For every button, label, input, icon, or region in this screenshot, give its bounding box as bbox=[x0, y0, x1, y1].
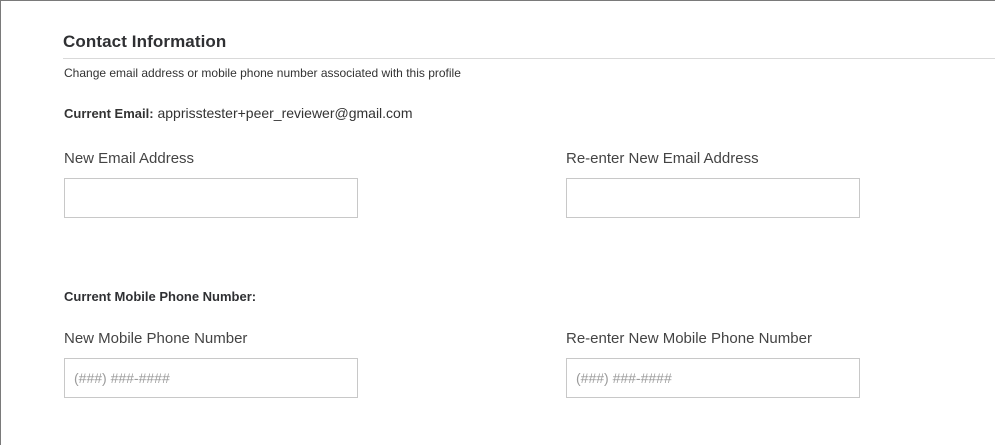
current-phone-label: Current Mobile Phone Number: bbox=[64, 289, 257, 304]
title-divider bbox=[63, 58, 995, 59]
current-email-value: apprisstester+peer_reviewer@gmail.com bbox=[157, 105, 413, 121]
reenter-phone-input[interactable] bbox=[566, 358, 860, 398]
new-phone-input[interactable] bbox=[64, 358, 358, 398]
new-email-input[interactable] bbox=[64, 178, 358, 218]
reenter-phone-label: Re-enter New Mobile Phone Number bbox=[566, 330, 812, 347]
reenter-email-input[interactable] bbox=[566, 178, 860, 218]
section-title: Contact Information bbox=[63, 32, 227, 51]
new-phone-label: New Mobile Phone Number bbox=[64, 330, 248, 347]
current-email-label: Current Email: bbox=[64, 106, 154, 121]
section-subtitle: Change email address or mobile phone num… bbox=[64, 66, 461, 80]
reenter-email-label: Re-enter New Email Address bbox=[566, 150, 759, 167]
new-email-label: New Email Address bbox=[64, 150, 195, 167]
current-email: Current Email: apprisstester+peer_review… bbox=[64, 105, 413, 121]
contact-information-panel: Contact Information Change email address… bbox=[0, 0, 995, 445]
